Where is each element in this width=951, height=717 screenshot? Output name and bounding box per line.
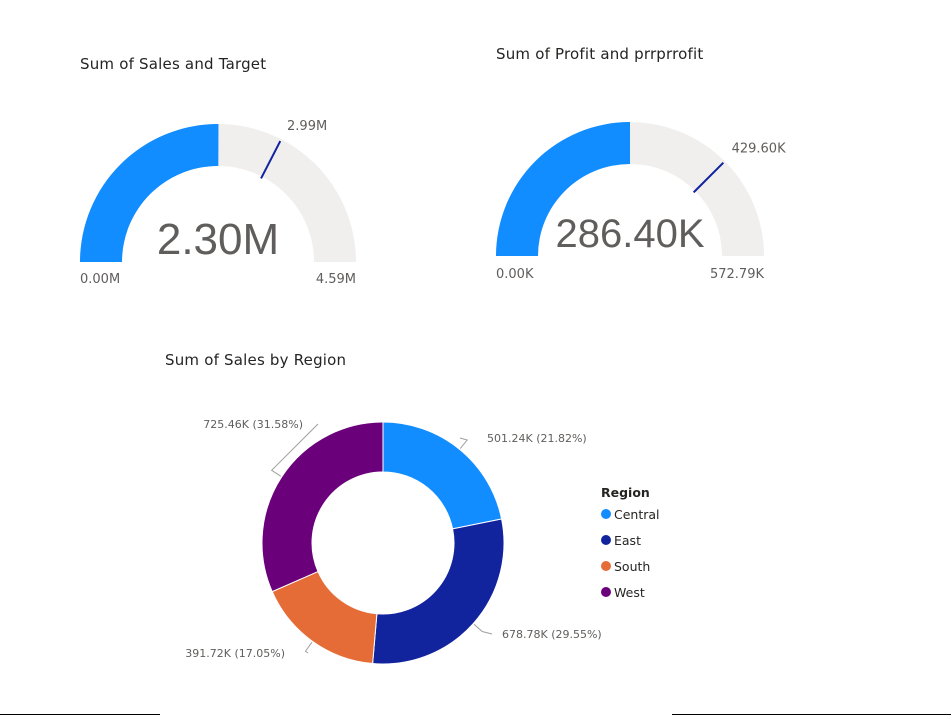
legend-marker-east <box>601 535 611 545</box>
donut-data-label-south: 391.72K (17.05%) <box>185 647 285 660</box>
donut-slice-west[interactable] <box>261 421 384 593</box>
sales-gauge-min-label: 0.00M <box>80 272 120 287</box>
donut-slice-south[interactable] <box>271 570 378 665</box>
legend-item-central: Central <box>614 507 660 522</box>
dashboard-canvas: 2.99M 2.30M 0.00M 4.59M 429.60K 286.40K 0.00K 5… <box>80 119 786 665</box>
legend-title: Region <box>601 485 650 500</box>
profit-gauge-min-label: 0.00K <box>496 267 534 282</box>
legend-item-east: East <box>614 533 641 548</box>
donut-leader-central <box>459 437 469 449</box>
donut-data-label-west: 725.46K (31.58%) <box>203 418 303 431</box>
donut-leader-east <box>473 623 493 635</box>
profit-gauge-target-label: 429.60K <box>732 141 786 156</box>
profit-gauge-max-label: 572.79K <box>710 267 764 282</box>
legend-marker-west <box>601 587 611 597</box>
legend-marker-south <box>601 561 611 571</box>
donut-leader-south <box>304 641 313 654</box>
divider-left <box>0 714 160 715</box>
donut-slice-east[interactable] <box>372 518 505 665</box>
legend-marker-central <box>601 509 611 519</box>
sales-gauge-target-label: 2.99M <box>287 119 327 134</box>
profit-gauge-value: 286.40K <box>555 212 704 256</box>
sales-gauge-value: 2.30M <box>157 215 279 264</box>
sales-gauge-max-label: 4.59M <box>316 272 356 287</box>
donut-slice-central[interactable] <box>382 421 503 530</box>
donut-data-label-east: 678.78K (29.55%) <box>502 628 602 641</box>
legend-item-south: South <box>614 559 650 574</box>
legend-item-west: West <box>614 585 645 600</box>
divider-right <box>672 714 951 715</box>
donut-data-label-central: 501.24K (21.82%) <box>487 432 587 445</box>
